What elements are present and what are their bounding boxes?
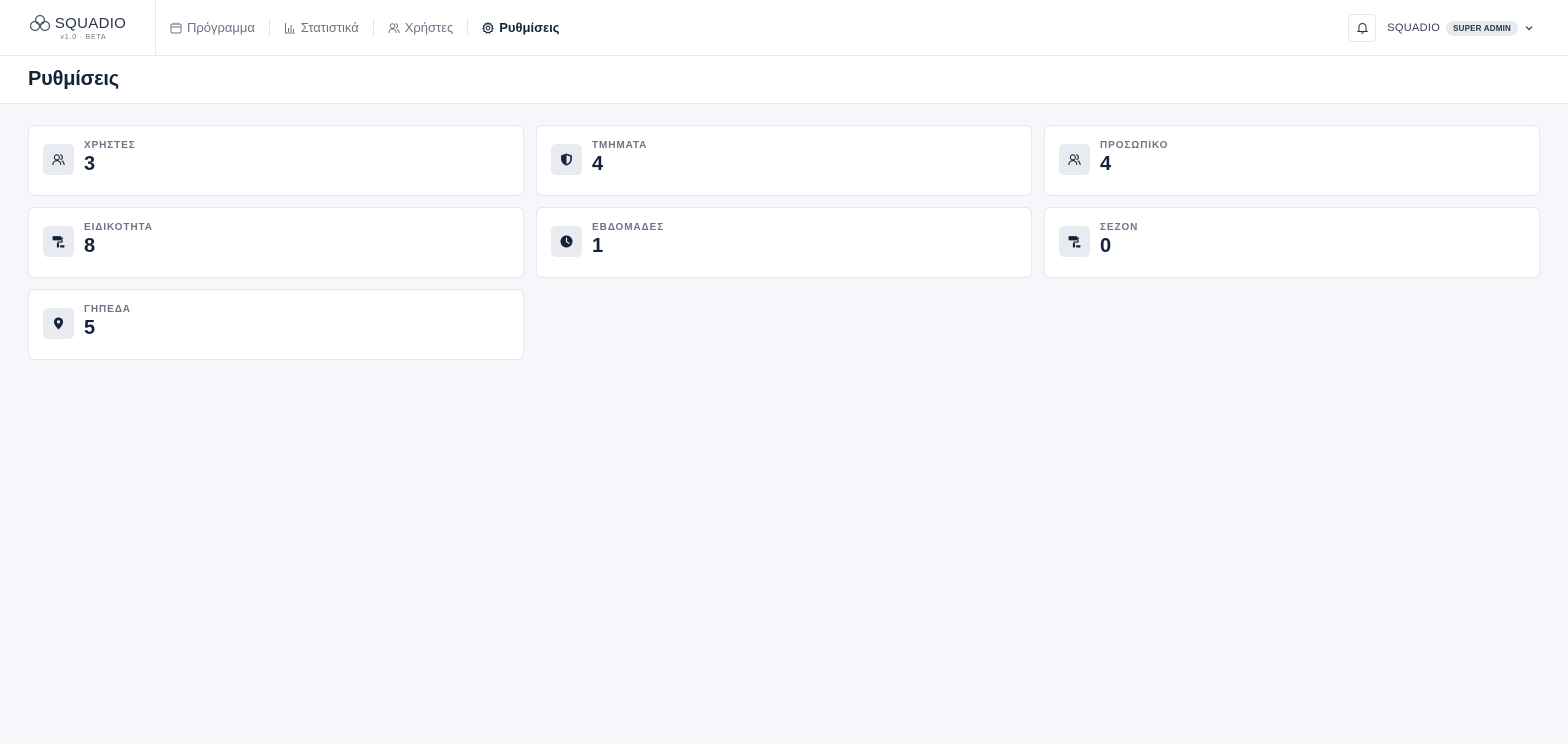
card-value: 1 <box>592 235 604 257</box>
card-season[interactable]: ΣΕΖΟΝ 0 <box>1044 207 1540 278</box>
card-icon-box <box>551 144 582 175</box>
card-value: 5 <box>84 317 96 339</box>
card-value: 4 <box>592 153 604 175</box>
page-title: Ρυθμίσεις <box>28 68 119 90</box>
header-right: SQUADIO SUPER ADMIN <box>1348 0 1534 56</box>
clock-icon <box>560 235 573 248</box>
card-icon-box <box>43 144 74 175</box>
card-label: ΓΗΠΕΔΑ <box>84 304 131 315</box>
card-specialty[interactable]: ΕΙΔΙΚΟΤΗΤΑ 8 <box>28 207 524 278</box>
paint-roller-icon <box>52 236 65 248</box>
card-text: ΧΡΗΣΤΕΣ 3 <box>84 140 136 175</box>
calendar-icon <box>170 22 182 33</box>
card-text: ΣΕΖΟΝ 0 <box>1100 222 1138 257</box>
card-label: ΠΡΟΣΩΠΙΚΟ <box>1100 140 1169 151</box>
brand[interactable]: SQUADIO v1.0 · BETA <box>0 0 156 56</box>
nav-item-statistics[interactable]: Στατιστικά <box>270 19 373 37</box>
card-text: ΕΙΔΙΚΟΤΗΤΑ 8 <box>84 222 153 257</box>
brand-name: SQUADIO <box>54 14 127 32</box>
card-label: ΤΜΗΜΑΤΑ <box>592 140 648 151</box>
role-badge: SUPER ADMIN <box>1446 20 1518 36</box>
bar-chart-icon <box>284 22 295 33</box>
card-weeks[interactable]: ΕΒΔΟΜΑΔΕΣ 1 <box>536 207 1032 278</box>
users-icon <box>1068 154 1081 165</box>
card-icon-box <box>1059 226 1090 257</box>
card-icon-box <box>551 226 582 257</box>
gear-icon <box>482 21 495 34</box>
nav-label-statistics: Στατιστικά <box>300 20 359 35</box>
nav-label-program: Πρόγραμμα <box>187 20 255 35</box>
card-text: ΠΡΟΣΩΠΙΚΟ 4 <box>1100 140 1168 175</box>
nav-label-settings: Ρυθμίσεις <box>499 20 560 35</box>
card-icon-box <box>43 226 74 257</box>
page-header: Ρυθμίσεις <box>0 56 1568 104</box>
notifications-button[interactable] <box>1348 14 1377 42</box>
card-fields[interactable]: ΓΗΠΕΔΑ 5 <box>28 289 524 360</box>
card-label: ΧΡΗΣΤΕΣ <box>84 140 136 151</box>
card-users[interactable]: ΧΡΗΣΤΕΣ 3 <box>28 125 524 196</box>
map-pin-icon <box>53 317 64 330</box>
trefoil-logo-icon <box>29 14 50 32</box>
user-name[interactable]: SQUADIO <box>1387 22 1440 34</box>
card-label: ΣΕΖΟΝ <box>1100 222 1139 233</box>
card-text: ΓΗΠΕΔΑ 5 <box>84 304 131 339</box>
paint-roller-icon <box>1068 236 1081 248</box>
card-label: ΕΒΔΟΜΑΔΕΣ <box>592 222 665 233</box>
card-staff[interactable]: ΠΡΟΣΩΠΙΚΟ 4 <box>1044 125 1540 196</box>
nav-item-program[interactable]: Πρόγραμμα <box>170 19 269 37</box>
card-value: 8 <box>84 235 96 257</box>
shield-icon <box>561 153 572 166</box>
brand-version: v1.0 · BETA <box>60 34 107 41</box>
chevron-down-icon <box>1525 26 1533 31</box>
card-text: ΤΜΗΜΑΤΑ 4 <box>592 140 647 175</box>
nav-label-users: Χρήστες <box>404 20 454 35</box>
top-bar: SQUADIO v1.0 · BETA Πρόγραμμα Στατιστικά <box>0 0 1568 56</box>
nav-item-settings[interactable]: Ρυθμίσεις <box>468 19 573 37</box>
main-nav: Πρόγραμμα Στατιστικά Χρήστες Ρυθμίσεις <box>156 0 574 56</box>
card-icon-box <box>43 308 74 339</box>
card-value: 0 <box>1100 235 1112 257</box>
settings-grid: ΧΡΗΣΤΕΣ 3 ΤΜΗΜΑΤΑ 4 ΠΡΟΣΩΠΙΚΟ 4 ΕΙΔΙΚΟΤΗ… <box>0 104 1568 360</box>
card-label: ΕΙΔΙΚΟΤΗΤΑ <box>84 222 153 233</box>
card-departments[interactable]: ΤΜΗΜΑΤΑ 4 <box>536 125 1032 196</box>
card-value: 3 <box>84 153 96 175</box>
card-icon-box <box>1059 144 1090 175</box>
users-icon <box>388 22 400 33</box>
card-value: 4 <box>1100 153 1112 175</box>
bell-icon <box>1356 22 1368 34</box>
users-icon <box>52 154 65 165</box>
brand-row: SQUADIO <box>29 14 126 32</box>
card-text: ΕΒΔΟΜΑΔΕΣ 1 <box>592 222 664 257</box>
nav-item-users[interactable]: Χρήστες <box>374 19 468 37</box>
user-menu-toggle[interactable] <box>1524 23 1534 33</box>
